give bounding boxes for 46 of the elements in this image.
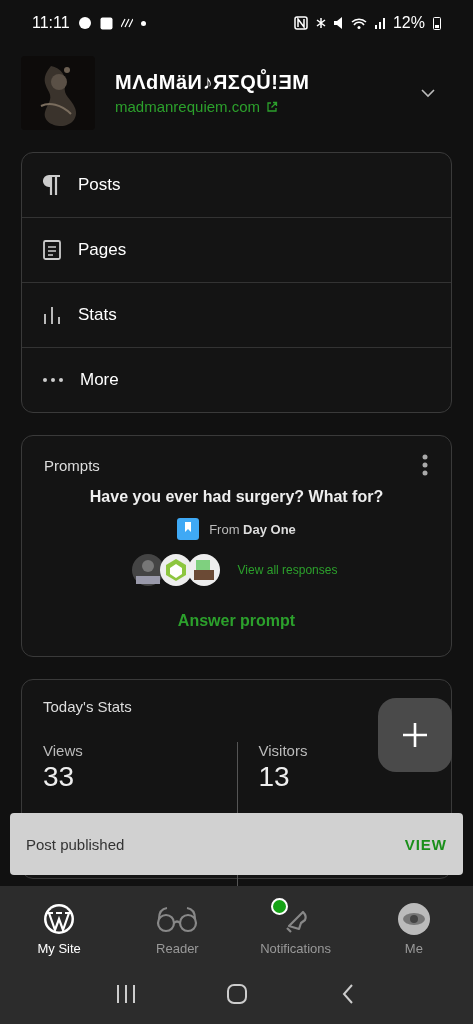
menu-item[interactable]: More (22, 347, 451, 412)
bar-chart-icon (42, 304, 62, 326)
battery-icon (433, 16, 441, 30)
mute-icon (333, 17, 343, 29)
stat-value: 13 (258, 761, 291, 793)
menu-item[interactable]: Stats (22, 282, 451, 347)
nav-tab[interactable]: Notifications (236, 893, 355, 964)
more-vertical-icon[interactable] (421, 454, 429, 476)
paragraph-icon (42, 174, 62, 196)
home-icon[interactable] (224, 982, 249, 1006)
nfc-icon (293, 16, 308, 30)
prompt-source: From Day One (209, 521, 296, 537)
menu-item[interactable]: Posts (22, 153, 451, 217)
site-link[interactable]: madmanrequiem.com (115, 98, 400, 115)
view-responses-link[interactable]: View all responses (237, 563, 338, 577)
more-icon (42, 378, 64, 382)
stat-label: Views (43, 742, 84, 759)
page-icon (42, 239, 62, 261)
card-title: Today's Stats (43, 698, 132, 715)
battery-level: 12% (392, 14, 425, 32)
plus-icon (402, 722, 428, 748)
bookmark-icon (177, 518, 200, 540)
wifi-icon (350, 17, 367, 29)
snackbar-message: Post published (26, 835, 125, 853)
wordpress-icon (43, 903, 76, 935)
sync-icon (120, 18, 133, 28)
status-time: 11:11 (32, 14, 70, 32)
stat-value: 33 (43, 761, 76, 793)
answer-prompt-button[interactable]: Answer prompt (173, 608, 300, 634)
app-notification-icon (77, 16, 92, 30)
prompt-question: Have you ever had surgery? What for? (89, 488, 384, 506)
stat-label: Visitors (258, 742, 309, 759)
menu-item[interactable]: Pages (22, 217, 451, 282)
glasses-icon (155, 905, 200, 933)
site-title: MΛdMäИ♪ЯΣQŮ!ƎM (115, 71, 311, 94)
signal-icon (374, 17, 385, 29)
bluetooth-icon (315, 17, 326, 29)
image-icon (99, 16, 113, 30)
chevron-down-icon[interactable] (420, 88, 436, 98)
nav-tab[interactable]: Me (354, 893, 473, 964)
nav-tab[interactable]: My Site (0, 893, 119, 964)
card-title: Prompts (44, 456, 100, 474)
nav-tab[interactable]: Reader (118, 893, 237, 964)
dot-icon (140, 20, 146, 26)
add-button[interactable] (378, 698, 452, 772)
external-link-icon (266, 100, 279, 113)
